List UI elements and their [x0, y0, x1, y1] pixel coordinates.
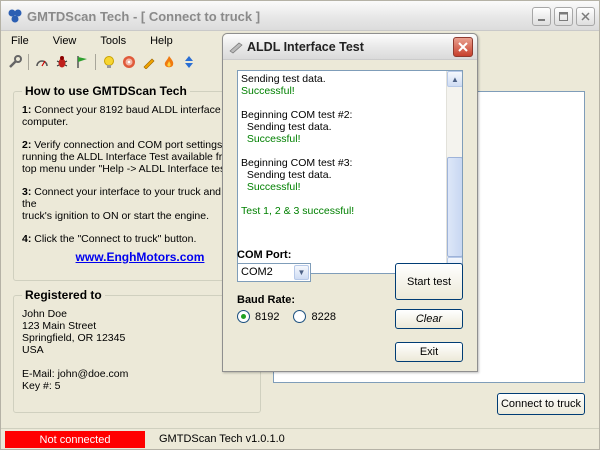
log-line: Beginning COM test #3:: [241, 157, 353, 169]
menu-view[interactable]: View: [51, 34, 79, 48]
registered-title: Registered to: [22, 288, 105, 302]
flag-icon[interactable]: [74, 54, 90, 70]
step-text: Connect your 8192 baud ALDL interface to…: [22, 104, 256, 128]
reg-name: John Doe: [22, 308, 67, 320]
menu-file[interactable]: File: [9, 34, 31, 48]
fire-icon[interactable]: [161, 54, 177, 70]
reg-city: Springfield, OR 12345: [22, 332, 126, 344]
test-log-content: Sending test data. Successful! Beginning C…: [241, 73, 445, 217]
dialog-close-button[interactable]: [453, 37, 473, 57]
connect-to-truck-button[interactable]: Connect to truck: [497, 393, 585, 415]
version-label: GMTDScan Tech v1.0.1.0: [159, 433, 285, 445]
reg-country: USA: [22, 344, 44, 356]
scroll-thumb[interactable]: [447, 157, 462, 257]
toolbar-separator: [95, 54, 96, 70]
log-line: Successful!: [241, 133, 301, 145]
main-titlebar[interactable]: GMTDScan Tech - [ Connect to truck ]: [1, 1, 599, 31]
clear-button[interactable]: Clear: [395, 309, 463, 329]
com-port-select[interactable]: COM2 ▼: [237, 263, 311, 282]
baud-8192-label: 8192: [255, 310, 280, 323]
baud-8228-radio[interactable]: 8228: [293, 310, 336, 323]
radio-indicator[interactable]: [237, 310, 250, 323]
minimize-button[interactable]: [532, 7, 551, 26]
log-line: Sending test data.: [241, 73, 326, 85]
reg-email: E-Mail: john@doe.com: [22, 368, 129, 380]
reg-street: 123 Main Street: [22, 320, 97, 332]
step-text: Verify connection and COM port settings …: [22, 139, 254, 175]
toolbar-separator: [28, 54, 29, 70]
log-line: Test 1, 2 & 3 successful!: [241, 205, 355, 217]
scroll-up-icon[interactable]: ▲: [447, 71, 462, 87]
test-log[interactable]: Sending test data. Successful! Beginning C…: [237, 70, 463, 274]
log-line: Successful!: [241, 85, 295, 97]
registration-info: John Doe 123 Main Street Springfield, OR…: [22, 308, 128, 392]
arrows-icon[interactable]: [181, 54, 197, 70]
dialog-titlebar[interactable]: ALDL Interface Test: [223, 34, 477, 60]
start-test-button[interactable]: Start test: [395, 263, 463, 300]
log-line: Sending test data.: [241, 169, 332, 181]
dialog-icon: [229, 40, 243, 54]
log-scrollbar[interactable]: ▲ ▼: [446, 71, 462, 273]
close-icon: [458, 42, 468, 52]
log-line: Successful!: [241, 181, 301, 193]
radio-indicator[interactable]: [293, 310, 307, 323]
pencil-icon[interactable]: [141, 54, 157, 70]
close-button[interactable]: [576, 7, 595, 26]
step-number: 1:: [22, 104, 32, 116]
reg-key: Key #: 5: [22, 380, 61, 392]
gauge-icon[interactable]: [34, 54, 50, 70]
window-title: GMTDScan Tech - [ Connect to truck ]: [27, 9, 261, 24]
cd-icon[interactable]: [121, 54, 137, 70]
log-line: Sending test data.: [241, 121, 332, 133]
wrench-icon[interactable]: [7, 54, 23, 70]
app-logo-icon: [7, 8, 23, 24]
step-number: 2:: [22, 139, 32, 151]
baud-rate-options: 8192 8228: [237, 310, 336, 323]
menu-help[interactable]: Help: [148, 34, 175, 48]
howto-title: How to use GMTDScan Tech: [22, 84, 190, 98]
log-line: Beginning COM test #2:: [241, 109, 353, 121]
toolbar: [5, 51, 245, 73]
com-port-label: COM Port:: [237, 249, 292, 261]
baud-8228-label: 8228: [311, 310, 336, 323]
chevron-down-icon[interactable]: ▼: [294, 265, 309, 280]
statusbar: Not connected GMTDScan Tech v1.0.1.0: [1, 428, 599, 449]
connection-status: Not connected: [5, 431, 145, 448]
menu-tools[interactable]: Tools: [98, 34, 128, 48]
step-number: 3:: [22, 186, 32, 198]
bug-icon[interactable]: [54, 54, 70, 70]
lightbulb-icon[interactable]: [101, 54, 117, 70]
baud-8192-radio[interactable]: 8192: [237, 310, 279, 323]
baud-rate-label: Baud Rate:: [237, 294, 296, 306]
step-text: Click the "Connect to truck" button.: [31, 233, 197, 245]
maximize-button[interactable]: [554, 7, 573, 26]
step-text: Connect your interface to your truck and…: [22, 186, 242, 222]
aldl-test-dialog: ALDL Interface Test Sending test data. Su…: [222, 33, 478, 372]
reg-spacer: [22, 356, 128, 368]
dialog-title: ALDL Interface Test: [247, 40, 364, 54]
step-number: 4:: [22, 233, 32, 245]
exit-button[interactable]: Exit: [395, 342, 463, 362]
com-port-value: COM2: [241, 266, 273, 278]
